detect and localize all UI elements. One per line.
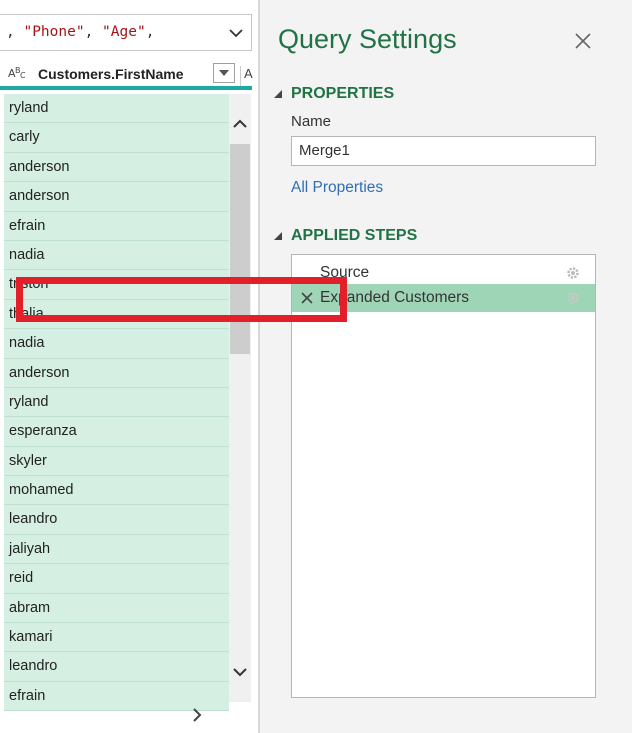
column-values: ryland carly anderson anderson efrain nadia tr… <box>4 94 229 712</box>
scrollbar-thumb[interactable] <box>230 144 250 354</box>
table-row[interactable]: efrain <box>4 211 229 241</box>
next-column-header[interactable]: A <box>240 66 253 86</box>
table-row[interactable]: esperanza <box>4 417 229 447</box>
formula-text[interactable]: , "Phone", "Age", <box>6 24 154 40</box>
table-row[interactable]: leandro <box>4 505 229 535</box>
step-source[interactable]: Source <box>292 264 595 287</box>
step-label: Source <box>320 264 370 281</box>
applied-steps-list: Source Expanded Customers <box>291 254 596 698</box>
table-row[interactable]: kamari <box>4 623 229 653</box>
name-label: Name <box>291 113 332 130</box>
query-settings-pane: Query Settings PROPERTIES Name Merge1 Al… <box>260 0 632 733</box>
all-properties-link[interactable]: All Properties <box>291 179 383 197</box>
column-title: Customers.FirstName <box>38 66 184 82</box>
collapse-triangle-icon <box>274 232 282 240</box>
formula-age-token: "Age" <box>102 24 146 40</box>
table-row[interactable]: carly <box>4 123 229 153</box>
text-type-icon[interactable]: ABC <box>8 66 26 80</box>
table-row[interactable]: anderson <box>4 152 229 183</box>
step-label: Expanded Customers <box>320 289 470 306</box>
scroll-up-button[interactable] <box>229 114 251 134</box>
applied-steps-section-header[interactable]: APPLIED STEPS <box>273 227 417 245</box>
table-row[interactable]: anderson <box>4 182 229 212</box>
properties-section-header[interactable]: PROPERTIES <box>273 85 394 103</box>
formula-expand-button[interactable] <box>225 23 247 43</box>
column-filter-button[interactable] <box>213 63 235 83</box>
vertical-scrollbar[interactable] <box>229 94 251 702</box>
data-preview-panel: , "Phone", "Age", ABC Customers.FirstNam… <box>0 0 258 733</box>
formula-sep-3: , <box>145 24 155 40</box>
table-row[interactable]: thalia <box>4 299 229 330</box>
caret-down-icon <box>219 69 229 76</box>
table-row[interactable]: abram <box>4 593 229 624</box>
table-row[interactable]: nadia <box>4 240 229 271</box>
query-settings-title: Query Settings <box>278 24 457 54</box>
properties-heading: PROPERTIES <box>291 85 395 102</box>
table-row[interactable]: leandro <box>4 652 229 682</box>
table-row[interactable]: mohamed <box>4 476 229 506</box>
table-row[interactable]: ryland <box>4 387 229 418</box>
delete-step-icon[interactable] <box>300 291 314 305</box>
table-row[interactable]: jaliyah <box>4 534 229 565</box>
collapse-triangle-icon <box>274 90 282 98</box>
formula-phone-token: "Phone" <box>23 24 85 40</box>
query-name-input[interactable]: Merge1 <box>291 136 596 166</box>
scroll-down-button[interactable] <box>229 662 251 682</box>
table-row[interactable]: triston <box>4 270 229 300</box>
gear-icon[interactable] <box>565 265 581 281</box>
formula-sep-2: , <box>84 24 103 40</box>
chevron-down-icon <box>233 668 247 677</box>
chevron-up-icon <box>233 119 247 128</box>
table-row[interactable]: anderson <box>4 358 229 388</box>
chevron-down-icon <box>229 29 243 38</box>
step-expanded-customers[interactable]: Expanded Customers <box>292 284 595 312</box>
formula-sep-1: , <box>6 24 24 40</box>
table-row[interactable]: ryland <box>4 94 229 124</box>
table-row[interactable]: nadia <box>4 329 229 359</box>
column-header[interactable]: ABC Customers.FirstName A <box>0 60 253 90</box>
applied-steps-heading: APPLIED STEPS <box>291 227 418 244</box>
gear-icon[interactable] <box>565 290 581 306</box>
table-row[interactable]: reid <box>4 564 229 594</box>
chevron-right-icon <box>193 708 202 722</box>
close-icon[interactable] <box>572 30 594 52</box>
scroll-right-button[interactable] <box>186 704 208 726</box>
table-row[interactable]: skyler <box>4 446 229 477</box>
formula-bar[interactable]: , "Phone", "Age", <box>0 14 252 51</box>
